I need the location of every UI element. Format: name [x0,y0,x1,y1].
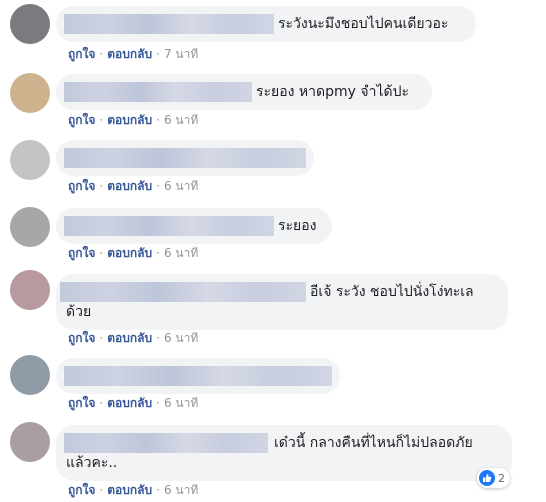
like-link[interactable]: ถูกใจ [68,396,95,410]
separator: · [99,179,104,193]
reply-link[interactable]: ตอบกลับ [107,483,152,497]
comment-text-continued: ด้วย [66,304,92,320]
like-link[interactable]: ถูกใจ [68,113,95,127]
comment-actions: ถูกใจ · ตอบกลับ · 6 นาที [68,245,198,261]
comment-bubble: ระวังนะมึงชอบไปคนเดียวอะ [56,6,476,42]
separator: · [156,179,160,193]
separator: · [99,113,104,127]
comment-actions: ถูกใจ · ตอบกลับ · 6 นาที [68,112,198,128]
timestamp[interactable]: 6 นาที [164,483,198,497]
reaction-badge[interactable]: 2 [477,468,510,488]
comment-bubble: ระยอง [56,208,332,244]
comment-text: ระยอง หาดpmy จำได้ปะ [256,84,409,100]
timestamp[interactable]: 7 นาที [164,47,198,61]
avatar[interactable] [10,140,50,180]
reply-link[interactable]: ตอบกลับ [107,331,152,345]
reaction-count: 2 [498,471,505,485]
avatar[interactable] [10,422,50,462]
reply-link[interactable]: ตอบกลับ [107,179,152,193]
separator: · [156,47,160,61]
thumbs-up-icon [479,470,495,486]
reply-link[interactable]: ตอบกลับ [107,113,152,127]
separator: · [99,396,104,410]
timestamp[interactable]: 6 นาที [164,113,198,127]
like-link[interactable]: ถูกใจ [68,246,95,260]
redacted-name[interactable] [64,366,332,386]
comment-actions: ถูกใจ · ตอบกลับ · 6 นาที [68,395,198,411]
redacted-name[interactable] [64,148,306,168]
separator: · [156,113,160,127]
comment-bubble [56,358,340,394]
separator: · [156,483,160,497]
separator: · [156,246,160,260]
avatar[interactable] [10,73,50,113]
comment-bubble: ระยอง หาดpmy จำได้ปะ [56,74,432,110]
separator: · [156,396,160,410]
redacted-name[interactable] [64,14,274,34]
timestamp[interactable]: 6 นาที [164,179,198,193]
redacted-name[interactable] [64,82,252,102]
avatar[interactable] [10,270,50,310]
timestamp[interactable]: 6 นาที [164,331,198,345]
comment-bubble: เด๋วนี้ กลางคืนที่ไหนก็ไม่ปลอดภัย แล้วคะ… [56,425,512,481]
comment-text: อีเจ้ ระวัง ชอบไปนั่งโง่ทะเล [310,284,474,300]
like-link[interactable]: ถูกใจ [68,483,95,497]
comment-text-continued: แล้วคะ.. [66,455,118,471]
comment-actions: ถูกใจ · ตอบกลับ · 7 นาที [68,46,198,62]
like-link[interactable]: ถูกใจ [68,47,95,61]
comment-bubble: อีเจ้ ระวัง ชอบไปนั่งโง่ทะเล ด้วย [56,274,508,330]
reply-link[interactable]: ตอบกลับ [107,246,152,260]
separator: · [99,246,104,260]
timestamp[interactable]: 6 นาที [164,246,198,260]
redacted-name[interactable] [64,216,274,236]
avatar[interactable] [10,4,50,44]
redacted-name[interactable] [64,433,268,453]
timestamp[interactable]: 6 นาที [164,396,198,410]
avatar[interactable] [10,355,50,395]
like-link[interactable]: ถูกใจ [68,331,95,345]
redacted-name[interactable] [60,282,306,302]
reply-link[interactable]: ตอบกลับ [107,47,152,61]
avatar[interactable] [10,207,50,247]
comment-actions: ถูกใจ · ตอบกลับ · 6 นาที [68,482,198,498]
comment-text: ระวังนะมึงชอบไปคนเดียวอะ [278,16,449,32]
reply-link[interactable]: ตอบกลับ [107,396,152,410]
separator: · [99,47,104,61]
comment-text: ระยอง [278,218,317,234]
comment-bubble [56,140,314,176]
like-link[interactable]: ถูกใจ [68,179,95,193]
comment-actions: ถูกใจ · ตอบกลับ · 6 นาที [68,178,198,194]
separator: · [99,483,104,497]
comment-actions: ถูกใจ · ตอบกลับ · 6 นาที [68,330,198,346]
separator: · [99,331,104,345]
comment-text: เด๋วนี้ กลางคืนที่ไหนก็ไม่ปลอดภัย [274,435,473,451]
separator: · [156,331,160,345]
